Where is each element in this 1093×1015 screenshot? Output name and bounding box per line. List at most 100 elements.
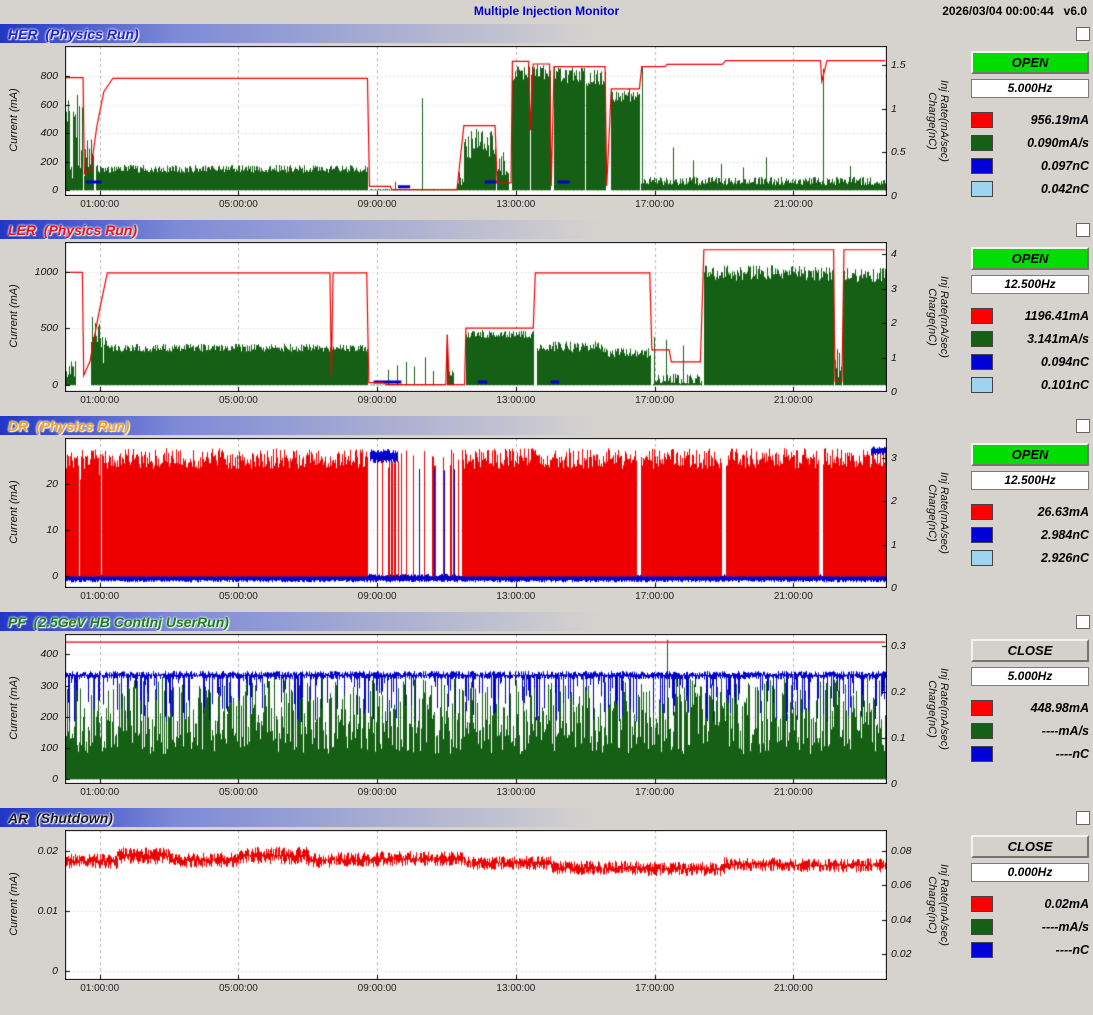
frequency-display: 5.000Hz <box>971 79 1089 98</box>
panel-titlebar: LER (Physics Run) <box>0 220 1093 239</box>
legend-swatch <box>971 308 993 324</box>
readout-row: 0.042nC <box>971 177 1089 200</box>
panel-title: LER (Physics Run) <box>0 222 137 238</box>
legend-swatch <box>971 550 993 566</box>
panel-sidebar: CLOSE 5.000Hz 448.98mA ----mA/s ----nC <box>971 639 1089 765</box>
y-tick-label-right: 0 <box>891 386 897 398</box>
readout-value: 448.98mA <box>1031 701 1089 715</box>
readout-row: 2.984nC <box>971 523 1089 546</box>
y-tick-label-right: 2 <box>891 495 897 507</box>
readout-value: 3.141mA/s <box>1027 332 1089 346</box>
panel-body: 020040060080000.511.501:00:0005:00:0009:… <box>0 43 1093 220</box>
x-tick-label: 05:00:00 <box>206 591 270 603</box>
x-tick-label: 09:00:00 <box>345 787 409 799</box>
panel-titlebar: PF (2.5GeV HB ContInj UserRun) <box>0 612 1093 631</box>
readout-list: 26.63mA 2.984nC 2.926nC <box>971 500 1089 569</box>
readout-value: 0.101nC <box>1041 378 1089 392</box>
readout-value: ----nC <box>1056 747 1089 761</box>
readout-row: 3.141mA/s <box>971 327 1089 350</box>
legend-swatch <box>971 746 993 762</box>
y-tick-label-right: 0.08 <box>891 845 911 857</box>
readout-value: 956.19mA <box>1031 113 1089 127</box>
panel-LER: LER (Physics Run) 050010000123401:00:000… <box>0 220 1093 416</box>
chart: 01020012301:00:0005:00:0009:00:0013:00:0… <box>0 436 968 611</box>
titlebar-endbox <box>1076 27 1090 41</box>
y-tick-label-right: 4 <box>891 248 897 260</box>
chart: 020040060080000.511.501:00:0005:00:0009:… <box>0 44 968 219</box>
chart-canvas <box>65 830 887 980</box>
panel-titlebar: HER (Physics Run) <box>0 24 1093 43</box>
readout-value: 0.042nC <box>1041 182 1089 196</box>
chart-canvas <box>65 242 887 392</box>
readout-value: 0.097nC <box>1041 159 1089 173</box>
x-tick-label: 09:00:00 <box>345 395 409 407</box>
panel-body: 00.010.020.020.040.060.0801:00:0005:00:0… <box>0 827 1093 1004</box>
panel-body: 010020030040000.10.20.301:00:0005:00:000… <box>0 631 1093 808</box>
y-axis-title-left: Current (mA) <box>8 241 20 391</box>
x-tick-label: 09:00:00 <box>345 199 409 211</box>
y-tick-label-right: 0.2 <box>891 686 906 698</box>
panel-title: AR (Shutdown) <box>0 810 113 826</box>
y-axis-title-left: Current (mA) <box>8 829 20 979</box>
x-tick-label: 09:00:00 <box>345 591 409 603</box>
chart-canvas <box>65 46 887 196</box>
y-axis-title-left: Current (mA) <box>8 633 20 783</box>
titlebar-endbox <box>1076 223 1090 237</box>
y-tick-label-right: 0.5 <box>891 146 906 158</box>
x-tick-label: 17:00:00 <box>623 787 687 799</box>
legend-swatch <box>971 896 993 912</box>
panel-title: DR (Physics Run) <box>0 418 129 434</box>
y-tick-label-right: 3 <box>891 283 897 295</box>
y-tick-label-right: 2 <box>891 317 897 329</box>
readout-row: 0.02mA <box>971 892 1089 915</box>
y-tick-label-right: 0.1 <box>891 732 906 744</box>
readout-row: 448.98mA <box>971 696 1089 719</box>
panel-PF: PF (2.5GeV HB ContInj UserRun) 010020030… <box>0 612 1093 808</box>
legend-swatch <box>971 919 993 935</box>
readout-row: 2.926nC <box>971 546 1089 569</box>
panel-title: HER (Physics Run) <box>0 26 139 42</box>
y-tick-label-right: 0.04 <box>891 914 911 926</box>
status-button-ler[interactable]: OPEN <box>971 247 1089 270</box>
readout-row: ----mA/s <box>971 719 1089 742</box>
readout-value: 26.63mA <box>1038 505 1089 519</box>
readout-row: ----mA/s <box>971 915 1089 938</box>
status-button-her[interactable]: OPEN <box>971 51 1089 74</box>
panel-DR: DR (Physics Run) 01020012301:00:0005:00:… <box>0 416 1093 612</box>
readout-list: 0.02mA----mA/s ----nC <box>971 892 1089 961</box>
readout-value: ----nC <box>1056 943 1089 957</box>
y-tick-label-right: 0 <box>891 778 897 790</box>
x-tick-label: 13:00:00 <box>484 983 548 995</box>
header: Multiple Injection Monitor 2026/03/04 00… <box>0 0 1093 24</box>
frequency-display: 5.000Hz <box>971 667 1089 686</box>
readout-row: ----nC <box>971 938 1089 961</box>
y-axis-title-right: Inj Rate(mA/sec)Charge(nC) <box>926 46 950 196</box>
x-tick-label: 05:00:00 <box>206 787 270 799</box>
chart: 010020030040000.10.20.301:00:0005:00:000… <box>0 632 968 807</box>
x-tick-label: 21:00:00 <box>761 199 825 211</box>
status-button-pf[interactable]: CLOSE <box>971 639 1089 662</box>
legend-swatch <box>971 331 993 347</box>
status-button-ar[interactable]: CLOSE <box>971 835 1089 858</box>
panel-AR: AR (Shutdown) 00.010.020.020.040.060.080… <box>0 808 1093 1004</box>
y-tick-label-right: 3 <box>891 452 897 464</box>
x-tick-label: 21:00:00 <box>761 787 825 799</box>
readout-value: 2.984nC <box>1041 528 1089 542</box>
panels-container: HER (Physics Run) 020040060080000.511.50… <box>0 24 1093 1004</box>
y-axis-title-left: Current (mA) <box>8 45 20 195</box>
status-button-dr[interactable]: OPEN <box>971 443 1089 466</box>
injection-monitor-app: Multiple Injection Monitor 2026/03/04 00… <box>0 0 1093 1004</box>
legend-swatch <box>971 354 993 370</box>
panel-sidebar: OPEN 12.500Hz 26.63mA2.984nC2.926nC <box>971 443 1089 569</box>
x-tick-label: 13:00:00 <box>484 591 548 603</box>
x-tick-label: 01:00:00 <box>68 983 132 995</box>
y-axis-title-right: Inj Rate(mA/sec)Charge(nC) <box>926 438 950 588</box>
panel-titlebar: AR (Shutdown) <box>0 808 1093 827</box>
legend-swatch <box>971 158 993 174</box>
y-tick-label-right: 1 <box>891 103 897 115</box>
y-tick-label-right: 0.02 <box>891 948 911 960</box>
y-axis-title-left: Current (mA) <box>8 437 20 587</box>
x-tick-label: 13:00:00 <box>484 395 548 407</box>
legend-swatch <box>971 135 993 151</box>
x-tick-label: 17:00:00 <box>623 199 687 211</box>
